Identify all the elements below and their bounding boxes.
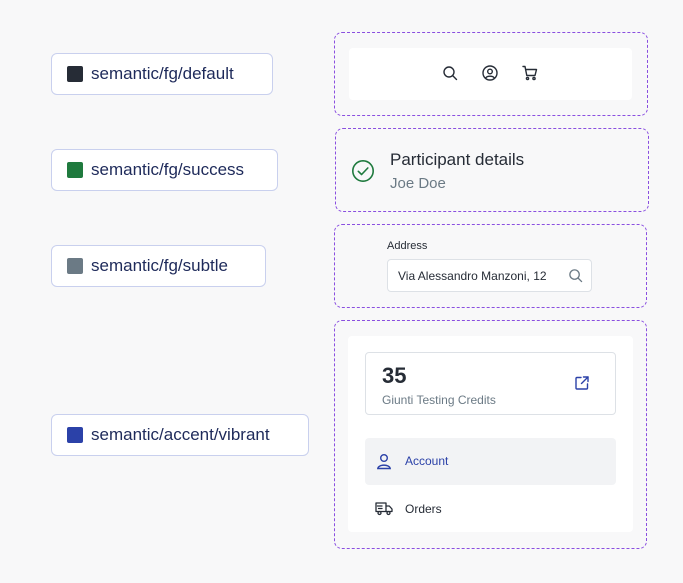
address-label: Address (387, 240, 428, 252)
menu-item-label: Account (405, 454, 449, 468)
token-fg-subtle: semantic/fg/subtle (51, 245, 266, 287)
token-fg-success: semantic/fg/success (51, 149, 278, 191)
token-accent-vibrant: semantic/accent/vibrant (51, 414, 309, 456)
token-fg-default: semantic/fg/default (51, 53, 273, 95)
address-value: Via Alessandro Manzoni, 12 (398, 269, 547, 283)
menu-item-account[interactable]: Account (365, 438, 616, 485)
color-swatch-fg-default (67, 66, 83, 82)
participant-name: Joe Doe (390, 175, 446, 192)
credits-label: Giunti Testing Credits (382, 393, 496, 407)
external-link-icon[interactable] (574, 375, 590, 391)
check-circle-icon (351, 159, 375, 183)
user-icon (376, 453, 392, 470)
cart-icon[interactable] (522, 65, 538, 81)
header-bar (349, 48, 632, 100)
credits-card: 35 Giunti Testing Credits (365, 352, 616, 415)
color-swatch-fg-success (67, 162, 83, 178)
color-swatch-fg-subtle (67, 258, 83, 274)
search-icon[interactable] (568, 268, 583, 283)
menu-item-label: Orders (405, 502, 442, 516)
address-input[interactable]: Via Alessandro Manzoni, 12 (387, 259, 592, 292)
menu-item-orders[interactable]: Orders (365, 486, 616, 532)
user-circle-icon[interactable] (482, 65, 498, 81)
token-label: semantic/fg/success (91, 160, 245, 179)
frame-account-menu: 35 Giunti Testing Credits Account Orders (334, 320, 647, 549)
color-swatch-accent-vibrant (67, 427, 83, 443)
truck-icon (375, 501, 393, 516)
token-label: semantic/accent/vibrant (91, 425, 270, 444)
token-label: semantic/fg/subtle (91, 256, 229, 275)
frame-participant: Participant details Joe Doe (335, 128, 649, 212)
account-panel: 35 Giunti Testing Credits Account Orders (348, 336, 633, 532)
search-icon[interactable] (442, 65, 458, 81)
frame-address: Address Via Alessandro Manzoni, 12 (334, 224, 647, 308)
credits-count: 35 (382, 363, 407, 388)
frame-header-icons (334, 32, 648, 116)
participant-title: Participant details (390, 150, 525, 169)
token-label: semantic/fg/default (91, 64, 234, 83)
